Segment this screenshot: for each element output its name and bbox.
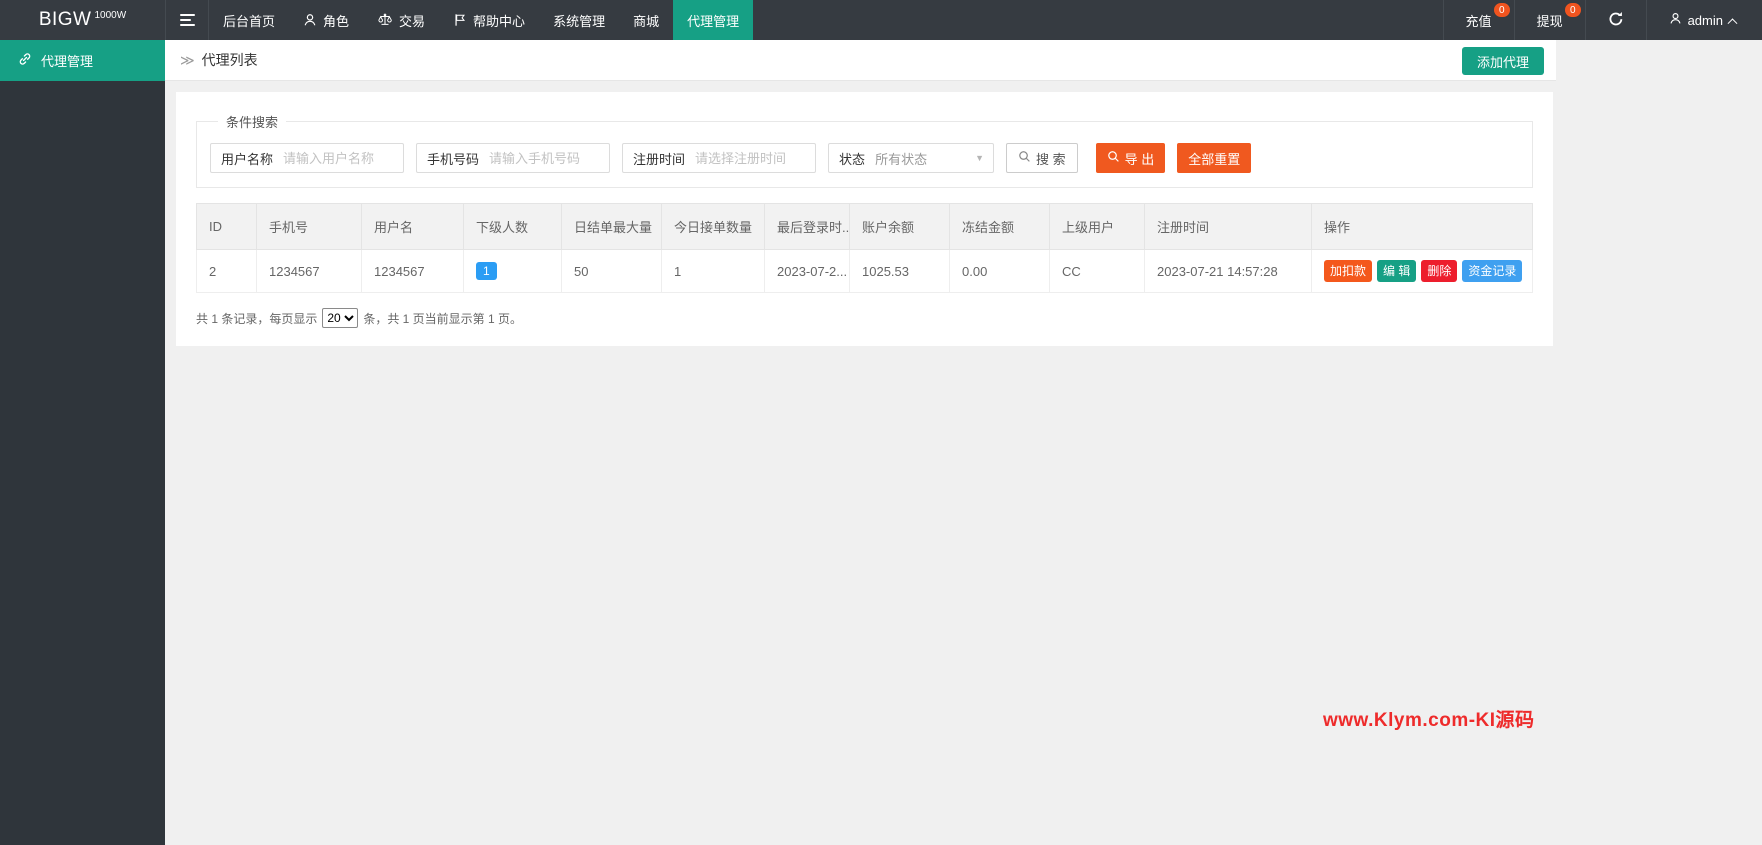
agent-list-panel: 条件搜索 用户名称 手机号码 注册时间 状态 [176,92,1553,347]
chevron-up-icon [1727,17,1738,28]
cell-subordinates: 1 [463,248,562,294]
col-daily-max: 日结单最大量 [561,203,662,250]
fund-records-button[interactable]: 资金记录 [1462,260,1523,283]
table-row: 2 1234567 1234567 1 50 1 2023-07-2... 10… [196,248,1533,294]
nav-item-help-center[interactable]: 帮助中心 [439,0,539,40]
search-button[interactable]: 搜 索 [1005,143,1078,173]
search-icon [1107,150,1120,166]
adjust-funds-button[interactable]: 加扣款 [1324,260,1373,283]
cell-reg-time: 2023-07-21 14:57:28 [1144,248,1312,294]
col-id: ID [196,203,257,250]
regtime-field-group: 注册时间 [622,143,817,173]
phone-input[interactable] [489,145,610,171]
nav-item-mall[interactable]: 商城 [619,0,673,40]
nav-item-agent-management[interactable]: 代理管理 [673,0,754,40]
nav-item-system[interactable]: 系统管理 [539,0,619,40]
nav-item-role[interactable]: 角色 [289,0,363,40]
col-phone: 手机号 [256,203,362,250]
cell-balance: 1025.53 [849,248,950,294]
phone-field-group: 手机号码 [416,143,611,173]
cell-daily-max: 50 [561,248,662,294]
sidebar: 代理管理 [0,40,165,845]
refresh-button[interactable] [1584,0,1646,40]
link-icon [18,52,32,69]
cell-today-orders: 1 [661,248,765,294]
withdraw-button[interactable]: 提现 0 [1513,0,1585,40]
username-field-group: 用户名称 [210,143,405,173]
search-icon [1018,150,1031,166]
user-icon [1669,12,1682,28]
cell-phone: 1234567 [256,248,362,294]
col-balance: 账户余额 [849,203,950,250]
col-username: 用户名 [361,203,464,250]
pagination-suffix: 条，共 1 页当前显示第 1 页。 [363,311,523,326]
user-menu[interactable]: admin [1645,0,1762,40]
nav-item-dashboard[interactable]: 后台首页 [209,0,289,40]
navbar-right: 充值 0 提现 0 admin [1442,0,1762,40]
subordinates-count-badge[interactable]: 1 [476,262,497,281]
col-reg-time: 注册时间 [1144,203,1312,250]
status-select[interactable]: 状态 所有状态 ▼ [828,143,994,173]
col-last-login: 最后登录时... [764,203,850,250]
col-frozen: 冻结金额 [949,203,1050,250]
cell-frozen: 0.00 [949,248,1050,294]
status-selected-value: 所有状态 [875,151,928,167]
col-today-orders: 今日接单数量 [661,203,765,250]
user-icon [303,13,317,27]
menu-toggle-button[interactable] [165,0,209,40]
username-input[interactable] [283,145,404,171]
reset-all-button[interactable]: 全部重置 [1177,143,1252,173]
logo-sup: 1000W [94,9,127,21]
cell-username: 1234567 [361,248,464,294]
col-actions: 操作 [1311,203,1533,250]
double-chevron-icon: ≫ [180,51,195,68]
cell-id: 2 [196,248,257,294]
export-button[interactable]: 导 出 [1095,143,1166,173]
search-fieldset: 条件搜索 用户名称 手机号码 注册时间 状态 [196,112,1533,188]
regtime-input[interactable] [695,145,816,171]
col-subordinates: 下级人数 [463,203,562,250]
sidebar-item-agent-management[interactable]: 代理管理 [0,40,165,81]
recharge-badge: 0 [1493,2,1511,18]
page-title: 代理列表 [201,52,258,68]
caret-down-icon: ▼ [975,153,984,163]
table-header-row: ID 手机号 用户名 下级人数 日结单最大量 今日接单数量 最后登录时... 账… [196,203,1533,250]
pagination: 共 1 条记录，每页显示 20 条，共 1 页当前显示第 1 页。 [196,308,1533,329]
col-parent-user: 上级用户 [1049,203,1145,250]
recharge-button[interactable]: 充值 0 [1442,0,1514,40]
logo-text: BIGW [38,9,92,30]
cell-last-login: 2023-07-2... [764,248,850,294]
edit-button[interactable]: 编 辑 [1377,260,1417,283]
username: admin [1687,12,1723,28]
cell-actions: 加扣款编 辑删除 资金记录 [1311,248,1533,294]
flag-icon [453,13,467,27]
nav-item-trade[interactable]: 交易 [363,0,439,40]
withdraw-badge: 0 [1564,2,1582,18]
scales-icon [377,13,393,27]
search-legend: 条件搜索 [226,115,279,130]
top-navbar: BIGW 1000W 后台首页 角色 交易 帮助中心 系统管理 商城 代理管理 [0,0,1762,40]
page-size-select[interactable]: 20 [322,308,359,329]
add-agent-button[interactable]: 添加代理 [1461,47,1544,75]
breadcrumb-bar: ≫ 代理列表 添加代理 [165,40,1556,81]
logo[interactable]: BIGW 1000W [0,0,165,40]
delete-button[interactable]: 删除 [1421,260,1458,283]
menu-icon [179,11,195,29]
pagination-prefix: 共 1 条记录，每页显示 [196,311,318,326]
watermark: www.Klym.com-KI源码 [1323,710,1535,731]
agents-table: ID 手机号 用户名 下级人数 日结单最大量 今日接单数量 最后登录时... 账… [196,203,1533,294]
cell-parent-user: CC [1049,248,1145,294]
refresh-icon [1608,11,1624,30]
main-menu: 后台首页 角色 交易 帮助中心 系统管理 商城 代理管理 [209,0,754,40]
